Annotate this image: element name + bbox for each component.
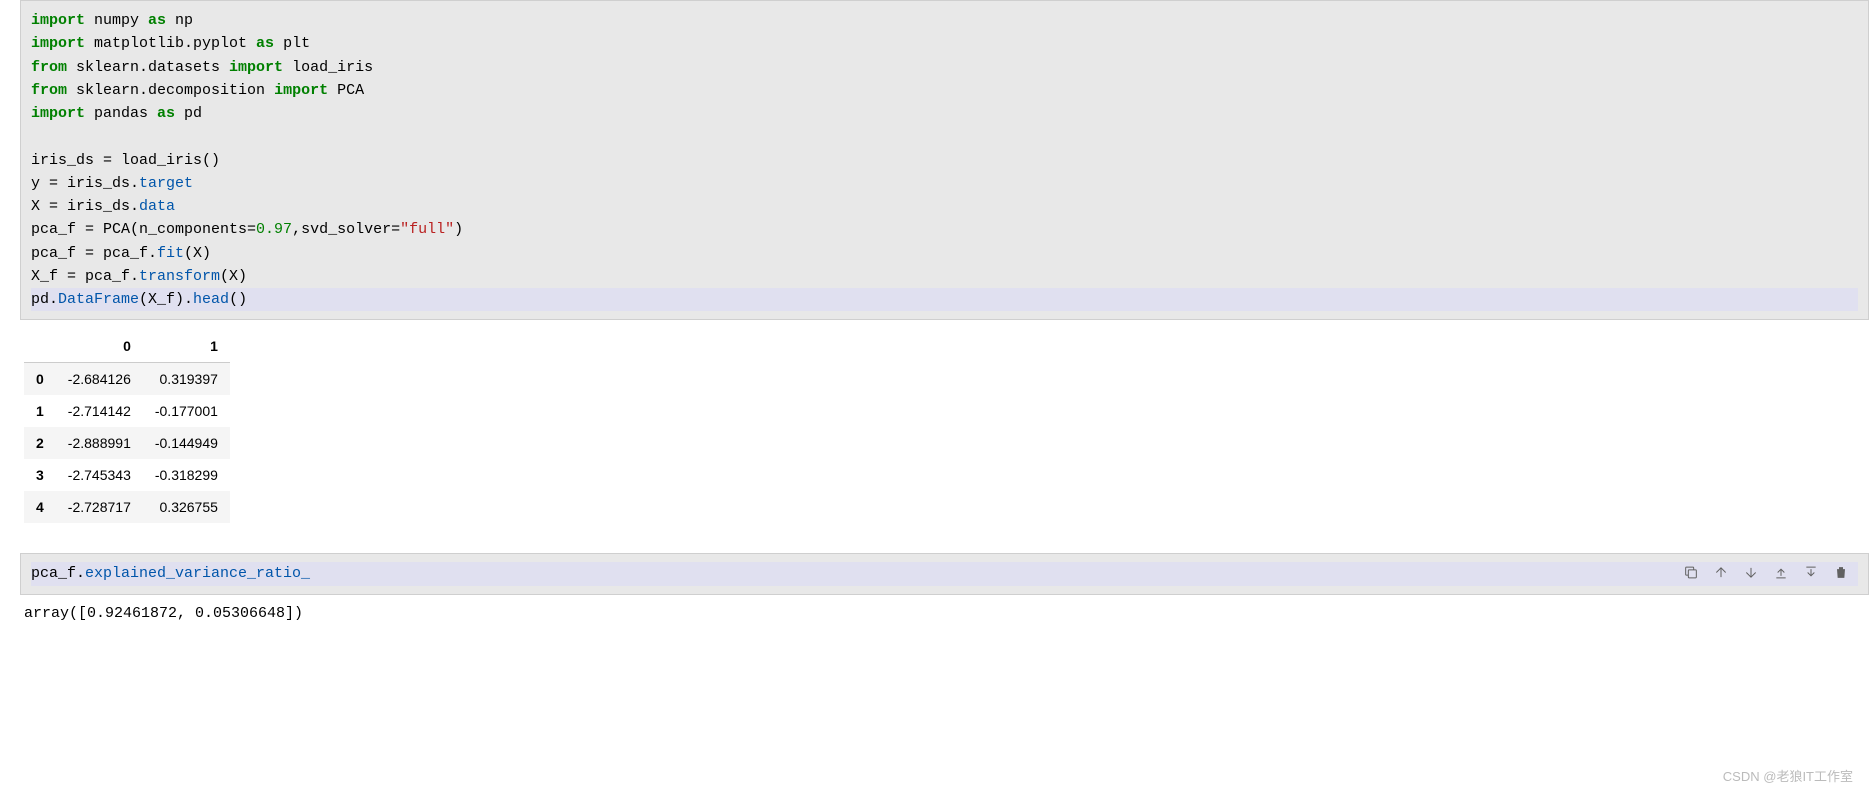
run-above-icon[interactable] bbox=[1773, 564, 1789, 583]
row-index: 2 bbox=[24, 427, 56, 459]
copy-icon[interactable] bbox=[1683, 564, 1699, 583]
prompt-area bbox=[0, 595, 14, 632]
code-line[interactable]: from sklearn.datasets import load_iris bbox=[31, 56, 1858, 79]
cell-value: -2.728717 bbox=[56, 491, 143, 523]
column-header: 0 bbox=[56, 330, 143, 363]
run-below-icon[interactable] bbox=[1803, 564, 1819, 583]
table-row: 1-2.714142-0.177001 bbox=[24, 395, 230, 427]
code-line[interactable]: pca_f.explained_variance_ratio_ bbox=[31, 562, 1858, 585]
code-line[interactable]: pd.DataFrame(X_f).head() bbox=[31, 288, 1858, 311]
code-line[interactable]: pca_f = pca_f.fit(X) bbox=[31, 242, 1858, 265]
code-line[interactable]: X = iris_ds.data bbox=[31, 195, 1858, 218]
cell-value: 0.319397 bbox=[143, 363, 230, 396]
code-cell[interactable]: pca_f.explained_variance_ratio_ bbox=[6, 553, 1869, 594]
table-row: 2-2.888991-0.144949 bbox=[24, 427, 230, 459]
prompt-area bbox=[6, 553, 20, 594]
code-line[interactable]: X_f = pca_f.transform(X) bbox=[31, 265, 1858, 288]
arrow-down-icon[interactable] bbox=[1743, 564, 1759, 583]
cell-value: -0.177001 bbox=[143, 395, 230, 427]
table-row: 0-2.6841260.319397 bbox=[24, 363, 230, 396]
text-output: array([0.92461872, 0.05306648]) bbox=[14, 595, 1869, 632]
code-line[interactable]: import matplotlib.pyplot as plt bbox=[31, 32, 1858, 55]
table-row: 4-2.7287170.326755 bbox=[24, 491, 230, 523]
prompt-area bbox=[0, 320, 14, 533]
cell-value: 0.326755 bbox=[143, 491, 230, 523]
watermark: CSDN @老狼IT工作室 bbox=[1723, 766, 1853, 785]
code-line[interactable]: from sklearn.decomposition import PCA bbox=[31, 79, 1858, 102]
dataframe-output: 010-2.6841260.3193971-2.714142-0.1770012… bbox=[14, 320, 1869, 533]
output-cell: array([0.92461872, 0.05306648]) bbox=[0, 595, 1869, 632]
column-header bbox=[24, 330, 56, 363]
trash-icon[interactable] bbox=[1833, 564, 1849, 583]
cell-value: -2.714142 bbox=[56, 395, 143, 427]
code-line[interactable]: pca_f = PCA(n_components=0.97,svd_solver… bbox=[31, 218, 1858, 241]
table-row: 3-2.745343-0.318299 bbox=[24, 459, 230, 491]
row-index: 0 bbox=[24, 363, 56, 396]
code-cell[interactable]: import numpy as npimport matplotlib.pypl… bbox=[6, 0, 1869, 320]
code-editor[interactable]: pca_f.explained_variance_ratio_ bbox=[20, 553, 1869, 594]
arrow-up-icon[interactable] bbox=[1713, 564, 1729, 583]
cell-value: -2.684126 bbox=[56, 363, 143, 396]
output-cell: 010-2.6841260.3193971-2.714142-0.1770012… bbox=[0, 320, 1869, 533]
cell-value: -2.888991 bbox=[56, 427, 143, 459]
cell-value: -0.144949 bbox=[143, 427, 230, 459]
column-header: 1 bbox=[143, 330, 230, 363]
cell-value: -2.745343 bbox=[56, 459, 143, 491]
dataframe-table: 010-2.6841260.3193971-2.714142-0.1770012… bbox=[24, 330, 230, 523]
row-index: 3 bbox=[24, 459, 56, 491]
code-line[interactable]: import pandas as pd bbox=[31, 102, 1858, 125]
code-line[interactable]: iris_ds = load_iris() bbox=[31, 149, 1858, 172]
row-index: 4 bbox=[24, 491, 56, 523]
cell-toolbar bbox=[1683, 564, 1869, 583]
code-line[interactable]: y = iris_ds.target bbox=[31, 172, 1858, 195]
code-editor[interactable]: import numpy as npimport matplotlib.pypl… bbox=[20, 0, 1869, 320]
cell-value: -0.318299 bbox=[143, 459, 230, 491]
prompt-area bbox=[6, 0, 20, 320]
code-line[interactable]: import numpy as np bbox=[31, 9, 1858, 32]
row-index: 1 bbox=[24, 395, 56, 427]
code-line[interactable] bbox=[31, 125, 1858, 148]
